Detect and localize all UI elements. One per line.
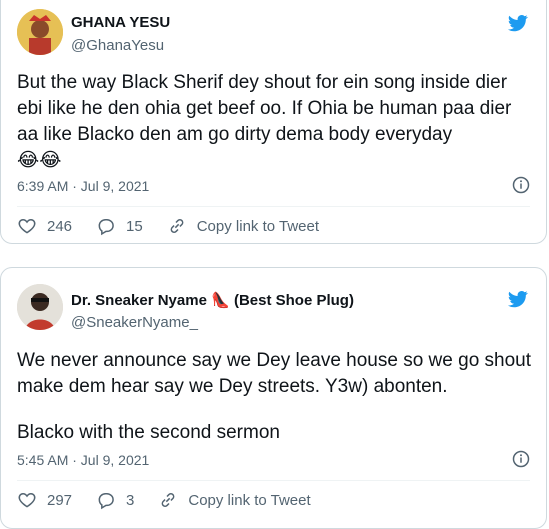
display-name-suffix: (Best Shoe Plug)	[233, 292, 354, 309]
reply-icon	[98, 219, 114, 236]
reply-icon	[98, 493, 114, 510]
divider	[17, 206, 530, 207]
twitter-bird-icon[interactable]	[506, 13, 530, 33]
display-name-text: Dr. Sneaker Nyame	[71, 292, 207, 309]
display-name[interactable]: GHANA YESU	[71, 14, 170, 31]
divider	[17, 480, 530, 481]
link-icon	[170, 219, 184, 233]
user-handle[interactable]: @GhanaYesu	[71, 37, 164, 54]
timestamp-link[interactable]: 6:39 AM · Jul 9, 2021	[17, 178, 149, 194]
reply-button[interactable]: 3	[96, 490, 134, 510]
like-button[interactable]: 297	[17, 490, 72, 510]
avatar[interactable]	[17, 284, 63, 330]
avatar[interactable]	[17, 9, 63, 55]
tweet-card[interactable]: Dr. Sneaker Nyame 👠 (Best Shoe Plug) @Sn…	[0, 267, 547, 529]
tweet-text-line: But the way Black Sherif dey shout for e…	[17, 72, 512, 145]
timestamp-link[interactable]: 5:45 AM · Jul 9, 2021	[17, 452, 149, 468]
info-icon[interactable]	[512, 450, 530, 468]
reply-button[interactable]: 15	[96, 216, 143, 236]
like-count: 297	[47, 491, 73, 509]
info-icon[interactable]	[512, 176, 530, 194]
tweet-text: But the way Black Sherif dey shout for e…	[17, 70, 532, 174]
tweet-card[interactable]: GHANA YESU @GhanaYesu But the way Black …	[0, 0, 547, 244]
action-bar: 297 3 Copy link to Tweet	[17, 488, 530, 512]
display-name[interactable]: Dr. Sneaker Nyame 👠 (Best Shoe Plug)	[71, 291, 354, 309]
laughing-emoji: 😂😂	[17, 150, 62, 171]
copy-link-button[interactable]: Copy link to Tweet	[158, 490, 311, 510]
user-handle[interactable]: @SneakerNyame_	[71, 314, 198, 331]
twitter-bird-icon[interactable]	[506, 289, 530, 309]
tweet-text-line: We never announce say we Dey leave house…	[17, 350, 532, 397]
like-button[interactable]: 246	[17, 216, 72, 236]
tweet-text-line: Blacko with the second sermon	[17, 422, 280, 443]
reply-count: 15	[126, 217, 143, 235]
copy-link-label: Copy link to Tweet	[188, 491, 311, 509]
reply-count: 3	[126, 491, 135, 509]
copy-link-button[interactable]: Copy link to Tweet	[167, 216, 319, 236]
copy-link-label: Copy link to Tweet	[196, 217, 320, 235]
shoe-emoji: 👠	[211, 292, 230, 309]
tweet-text: We never announce say we Dey leave house…	[17, 348, 532, 446]
link-icon	[162, 493, 175, 507]
heart-icon	[18, 492, 36, 508]
heart-icon	[18, 218, 36, 234]
action-bar: 246 15 Copy link to Tweet	[17, 214, 530, 238]
like-count: 246	[47, 217, 73, 235]
